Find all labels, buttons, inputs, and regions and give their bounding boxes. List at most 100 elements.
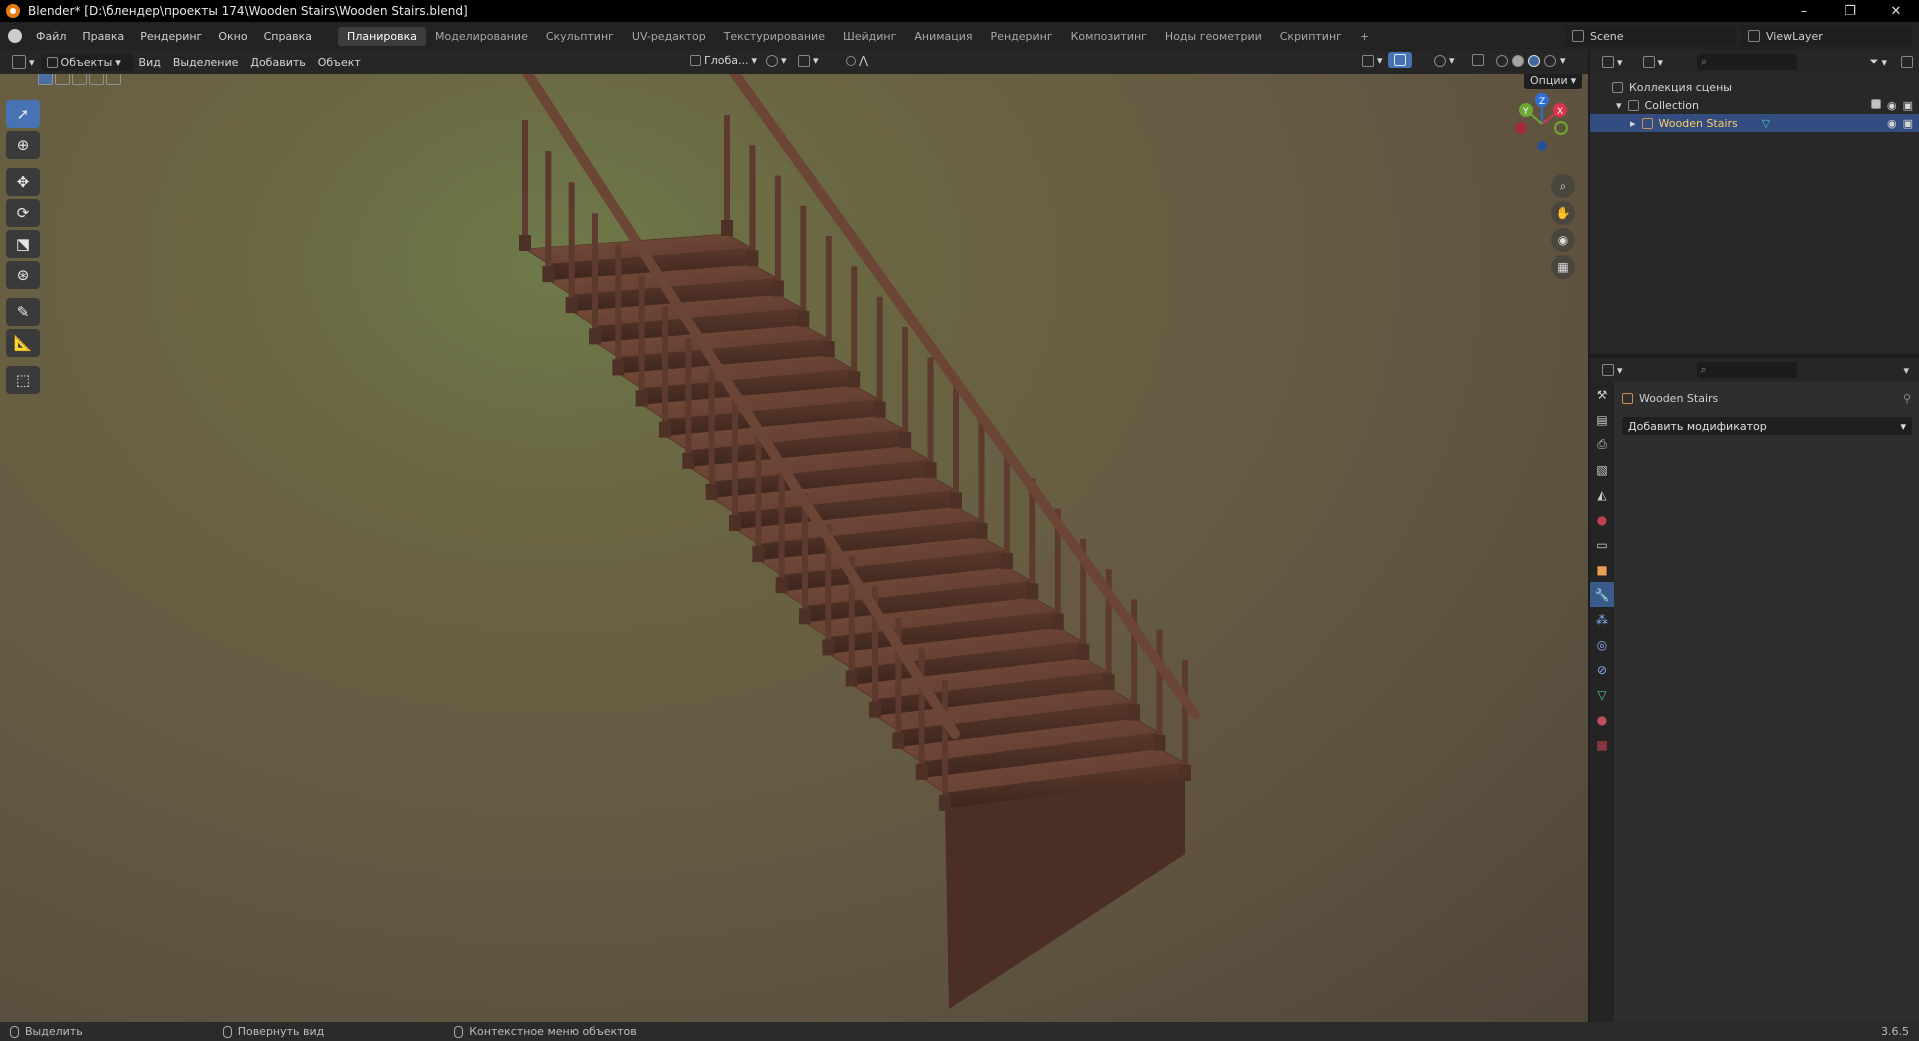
collection-tab[interactable]: ▭	[1590, 532, 1614, 557]
stairs-model[interactable]	[0, 74, 1588, 1022]
constraints-tab[interactable]: ⊘	[1590, 657, 1614, 682]
material-tab[interactable]: ●	[1590, 707, 1614, 732]
material-shading-icon[interactable]	[1528, 54, 1540, 67]
gizmo-neg-z-axis[interactable]	[1537, 141, 1547, 151]
texture-tab[interactable]: ▩	[1590, 732, 1614, 757]
pan-hand-icon[interactable]: ✋	[1551, 201, 1575, 225]
expand-arrow-icon[interactable]: ▾	[1616, 99, 1622, 112]
3d-viewport[interactable]: Опции ▾ Z X Y ⌕ ✋ ◉ ▦	[0, 74, 1588, 1022]
minimize-button[interactable]: –	[1781, 0, 1827, 22]
outliner-search-input[interactable]: ⌕	[1697, 54, 1798, 70]
wireframe-shading-icon[interactable]	[1496, 54, 1508, 67]
menu-window[interactable]: Окно	[210, 30, 255, 43]
xray-toggle[interactable]	[1466, 52, 1490, 68]
outliner-row-scene-collection[interactable]: Коллекция сцены	[1590, 78, 1919, 96]
mesh-data-icon[interactable]: ▽	[1762, 117, 1770, 130]
outliner-editor-type[interactable]: ▾	[1596, 54, 1629, 71]
tab-uv-editing[interactable]: UV-редактор	[623, 27, 715, 46]
chevron-down-icon[interactable]: ▾	[1903, 364, 1913, 377]
checkbox-icon[interactable]	[1870, 98, 1881, 109]
add-cube-tool[interactable]: ⬚	[6, 366, 40, 394]
transform-orientation-dropdown[interactable]: Глоба... ▾	[684, 52, 763, 69]
zoom-icon[interactable]: ⌕	[1551, 174, 1575, 198]
rendered-shading-icon[interactable]	[1544, 54, 1556, 67]
camera-icon[interactable]: ▣	[1903, 99, 1913, 112]
editor-type-button[interactable]: ▾	[6, 53, 41, 71]
output-tab[interactable]: ⎙	[1590, 432, 1614, 457]
properties-object-name: Wooden Stairs	[1639, 392, 1719, 405]
transform-tool[interactable]: ⊛	[6, 261, 40, 289]
mode-selector[interactable]: Объекты ▾	[40, 53, 133, 71]
rotate-tool[interactable]: ⟳	[6, 199, 40, 227]
menu-render[interactable]: Рендеринг	[132, 30, 210, 43]
data-tab[interactable]: ▽	[1590, 682, 1614, 707]
new-collection-icon[interactable]	[1901, 56, 1913, 68]
select-box-tool[interactable]: ➚	[6, 100, 40, 128]
visibility-dropdown[interactable]: ▾	[1356, 52, 1389, 69]
gizmo-neg-x-axis[interactable]	[1515, 122, 1527, 134]
properties-search-input[interactable]: ⌕	[1696, 362, 1797, 378]
render-tab[interactable]: ▤	[1590, 407, 1614, 432]
proportional-edit-toggle[interactable]: ⋀	[840, 52, 874, 69]
tab-layout[interactable]: Планировка	[338, 26, 427, 46]
move-tool[interactable]: ✥	[6, 168, 40, 196]
camera-icon[interactable]: ▣	[1903, 117, 1913, 130]
measure-tool[interactable]: 📐	[6, 329, 40, 357]
menu-object[interactable]: Объект	[312, 54, 367, 71]
blender-menu-icon[interactable]	[8, 29, 22, 43]
tab-rendering[interactable]: Рендеринг	[982, 27, 1062, 46]
menu-file[interactable]: Файл	[28, 30, 74, 43]
camera-view-icon[interactable]: ◉	[1551, 228, 1575, 252]
display-mode-dropdown[interactable]: ▾	[1637, 54, 1670, 71]
overlay-toggle[interactable]: ▾	[1428, 52, 1461, 69]
scale-tool[interactable]: ⬔	[6, 230, 40, 258]
maximize-button[interactable]: ❐	[1827, 0, 1873, 22]
viewlayer-selector[interactable]: ViewLayer	[1742, 26, 1912, 46]
close-button[interactable]: ✕	[1873, 0, 1919, 22]
outliner-row-collection[interactable]: ▾ Collection ◉ ▣	[1590, 96, 1919, 114]
menu-view[interactable]: Вид	[133, 54, 167, 71]
properties-editor-type[interactable]: ▾	[1596, 362, 1629, 379]
menu-edit[interactable]: Правка	[74, 30, 132, 43]
world-globe-icon: ●	[1596, 512, 1608, 527]
collapse-arrow-icon[interactable]: ▸	[1630, 117, 1636, 130]
tab-animation[interactable]: Анимация	[905, 27, 981, 46]
menu-help[interactable]: Справка	[256, 30, 320, 43]
outliner-row-wooden-stairs[interactable]: ▸ Wooden Stairs ▽ ◉ ▣	[1590, 114, 1919, 132]
solid-shading-icon[interactable]	[1512, 54, 1524, 67]
eye-icon[interactable]: ◉	[1887, 117, 1897, 130]
world-tab[interactable]: ●	[1590, 507, 1614, 532]
add-modifier-dropdown[interactable]: Добавить модификатор ▾	[1622, 417, 1912, 435]
perspective-grid-icon[interactable]: ▦	[1551, 255, 1575, 279]
menu-select[interactable]: Выделение	[167, 54, 245, 71]
tab-modeling[interactable]: Моделирование	[426, 27, 537, 46]
annotate-tool[interactable]: ✎	[6, 298, 40, 326]
particles-tab[interactable]: ⁂	[1590, 607, 1614, 632]
cursor-tool[interactable]: ⊕	[6, 131, 40, 159]
move-icon: ✥	[16, 173, 30, 191]
gizmo-toggle[interactable]	[1388, 52, 1412, 68]
snap-toggle[interactable]: ▾	[792, 52, 825, 69]
menu-add[interactable]: Добавить	[244, 54, 311, 71]
pivot-point-dropdown[interactable]: ▾	[760, 52, 793, 69]
tab-sculpting[interactable]: Скульптинг	[537, 27, 623, 46]
view-layer-tab[interactable]: ▧	[1590, 457, 1614, 482]
gizmo-neg-y-axis[interactable]	[1554, 121, 1568, 135]
tab-texture-paint[interactable]: Текстурирование	[715, 27, 834, 46]
tab-compositing[interactable]: Композитинг	[1062, 27, 1156, 46]
scene-tab[interactable]: ◭	[1590, 482, 1614, 507]
tab-scripting[interactable]: Скриптинг	[1271, 27, 1351, 46]
scene-selector[interactable]: Scene	[1566, 26, 1736, 46]
physics-tab[interactable]: ◎	[1590, 632, 1614, 657]
shading-buttons[interactable]: ▾	[1490, 52, 1572, 69]
tool-tab[interactable]: ⚒	[1590, 382, 1614, 407]
pin-icon[interactable]: ⚲	[1903, 392, 1911, 405]
tab-geometry-nodes[interactable]: Ноды геометрии	[1156, 27, 1271, 46]
tab-shading[interactable]: Шейдинг	[834, 27, 905, 46]
navigation-gizmo[interactable]: Z X Y	[1500, 86, 1580, 158]
add-workspace-button[interactable]: +	[1351, 27, 1378, 46]
filter-dropdown[interactable]: ⏷ ▾	[1864, 53, 1893, 71]
modifier-tab[interactable]: 🔧	[1590, 582, 1614, 607]
object-tab[interactable]: ■	[1590, 557, 1614, 582]
eye-icon[interactable]: ◉	[1887, 99, 1897, 112]
